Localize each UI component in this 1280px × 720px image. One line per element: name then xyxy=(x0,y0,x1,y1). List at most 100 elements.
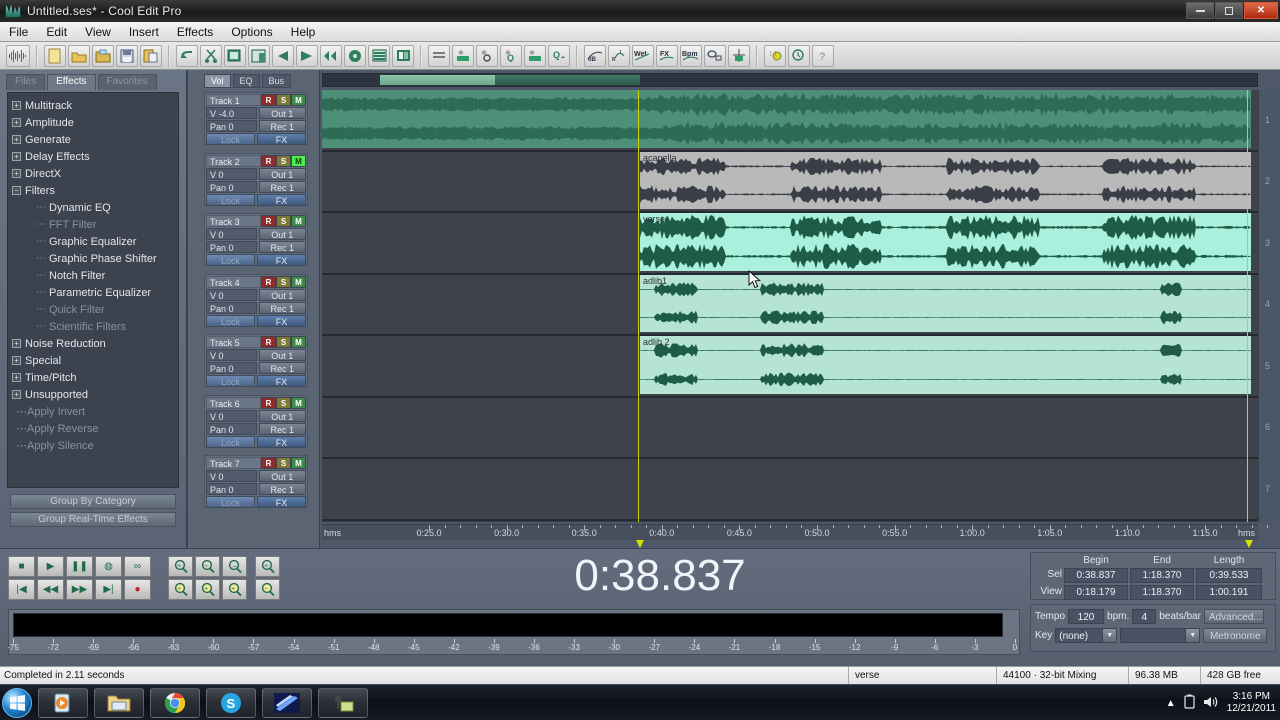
zoom-in-vertical-icon[interactable]: + xyxy=(255,556,280,577)
track-output-4[interactable]: Out 1 xyxy=(258,288,306,301)
scrollbar-thumb-dark[interactable] xyxy=(495,75,640,85)
paste-icon[interactable] xyxy=(248,44,270,67)
effects-tree-item-multitrack[interactable]: + Multitrack xyxy=(12,97,178,114)
effects-tree-item-special[interactable]: + Special xyxy=(12,352,178,369)
metronome-button[interactable]: Metronome xyxy=(1203,628,1268,643)
audio-clip-1[interactable] xyxy=(322,90,1251,148)
collapse-icon[interactable]: − xyxy=(12,186,21,195)
sel-end-field[interactable]: 1:18.370 xyxy=(1130,568,1194,583)
group-realtime-effects-button[interactable]: Group Real-Time Effects xyxy=(10,512,176,527)
taskbar-chrome[interactable] xyxy=(150,687,200,718)
lr-pan-icon[interactable]: LR xyxy=(608,44,630,67)
track-fx-2[interactable]: FX xyxy=(257,193,306,206)
track-output-6[interactable]: Out 1 xyxy=(258,409,306,422)
loop-icon[interactable] xyxy=(704,44,726,67)
track-record-device-5[interactable]: Rec 1 xyxy=(258,362,306,374)
taskbar-audio-app[interactable] xyxy=(318,687,368,718)
expand-icon[interactable]: + xyxy=(12,135,21,144)
time-window-icon[interactable] xyxy=(788,44,810,67)
record-arm-button-7[interactable]: R xyxy=(261,457,276,469)
horizontal-scrollbar[interactable] xyxy=(322,73,1258,87)
record-arm-button-6[interactable]: R xyxy=(261,396,276,409)
group-by-category-button[interactable]: Group By Category xyxy=(10,494,176,509)
solo-button-4[interactable]: S xyxy=(276,275,291,288)
track-strip-1[interactable]: Track 1RSM V -4.0 Out 1 Pan 0 Rec 1 Lock FX xyxy=(204,92,308,145)
solo-button-1[interactable]: S xyxy=(276,94,291,106)
effects-tree[interactable]: + Multitrack + Amplitude + Generate + Delay Eff… xyxy=(7,92,179,488)
snap-zero-icon[interactable]: ✳ xyxy=(476,44,498,67)
edit-view-icon[interactable] xyxy=(344,44,366,67)
audio-clip-3[interactable]: verse xyxy=(640,213,1251,271)
wet-dry-icon[interactable]: Wet xyxy=(632,44,654,67)
menu-edit[interactable]: Edit xyxy=(37,23,76,41)
close-button[interactable]: ✕ xyxy=(1244,2,1278,19)
expand-icon[interactable]: + xyxy=(12,118,21,127)
track-output-2[interactable]: Out 1 xyxy=(258,167,306,180)
track-row-6[interactable] xyxy=(322,397,1258,459)
copy-icon[interactable] xyxy=(224,44,246,67)
fx-icon[interactable]: FX xyxy=(656,44,678,67)
tab-eq[interactable]: EQ xyxy=(232,74,260,88)
effects-tree-item-apply-invert[interactable]: ⋯ Apply Invert xyxy=(12,403,178,420)
time-display[interactable]: 0:38.837 xyxy=(300,551,1020,600)
zoom-out-horizontal-icon[interactable]: − xyxy=(195,556,220,577)
minimize-button[interactable] xyxy=(1186,2,1214,19)
tempo-input[interactable]: 120 xyxy=(1068,609,1105,624)
zoom-in-left-edge-icon[interactable]: + xyxy=(195,579,220,600)
zoom-in-right-edge-icon[interactable]: + xyxy=(222,579,247,600)
expand-icon[interactable]: + xyxy=(12,169,21,178)
restore-button[interactable] xyxy=(1215,2,1243,19)
effects-tree-item-dynamic-eq[interactable]: ⋯ Dynamic EQ xyxy=(12,199,178,216)
track-lock-7[interactable]: Lock xyxy=(206,496,255,508)
track-record-device-6[interactable]: Rec 1 xyxy=(258,422,306,435)
menu-insert[interactable]: Insert xyxy=(120,23,168,41)
track-record-device-7[interactable]: Rec 1 xyxy=(258,483,306,495)
db-scale-icon[interactable]: dB xyxy=(584,44,606,67)
track-fx-6[interactable]: FX xyxy=(257,435,306,448)
track-row-3[interactable]: verse xyxy=(322,213,1258,275)
stop-button[interactable]: ■ xyxy=(8,556,35,577)
mute-button-3[interactable]: M xyxy=(291,215,306,227)
new-file-icon[interactable] xyxy=(44,44,66,67)
open-file-icon[interactable] xyxy=(68,44,90,67)
effects-tree-item-noise-reduction[interactable]: + Noise Reduction xyxy=(12,335,178,352)
sel-begin-field[interactable]: 0:38.837 xyxy=(1064,568,1128,583)
track-lock-2[interactable]: Lock xyxy=(206,193,255,206)
menu-options[interactable]: Options xyxy=(222,23,281,41)
track-name-7[interactable]: Track 7 xyxy=(206,457,261,469)
view-end-field[interactable]: 1:18.370 xyxy=(1130,585,1194,600)
waveform-view-icon[interactable] xyxy=(6,44,30,67)
track-name-6[interactable]: Track 6 xyxy=(206,396,261,409)
expand-icon[interactable]: + xyxy=(12,152,21,161)
effects-tree-item-parametric-equalizer[interactable]: ⋯ Parametric Equalizer xyxy=(12,284,178,301)
tab-vol[interactable]: Vol xyxy=(204,74,231,88)
effects-tree-item-apply-reverse[interactable]: ⋯ Apply Reverse xyxy=(12,420,178,437)
tab-effects[interactable]: Effects xyxy=(47,74,96,90)
mute-button-1[interactable]: M xyxy=(291,94,306,106)
track-volume-3[interactable]: V 0 xyxy=(206,228,257,240)
selection-start-marker[interactable] xyxy=(636,540,644,548)
effects-tree-item-notch-filter[interactable]: ⋯ Notch Filter xyxy=(12,267,178,284)
snap-ruler-icon[interactable]: ✳ xyxy=(524,44,546,67)
tab-bus[interactable]: Bus xyxy=(261,74,292,88)
snap-icon[interactable]: ✳ xyxy=(452,44,474,67)
key-scale-select[interactable]: ▼ xyxy=(1120,628,1201,643)
advanced-button[interactable]: Advanced... xyxy=(1203,609,1264,624)
track-volume-1[interactable]: V -4.0 xyxy=(206,107,257,119)
track-strip-2[interactable]: Track 2RSM V 0 Out 1 Pan 0 Rec 1 Lock FX xyxy=(204,152,308,206)
track-pan-4[interactable]: Pan 0 xyxy=(206,301,257,314)
track-fx-1[interactable]: FX xyxy=(257,133,306,145)
track-fx-5[interactable]: FX xyxy=(257,375,306,387)
snap-loop-icon[interactable]: ✳ Q xyxy=(500,44,522,67)
solo-button-2[interactable]: S xyxy=(276,154,291,167)
snap-next-icon[interactable]: Q xyxy=(548,44,570,67)
track-output-1[interactable]: Out 1 xyxy=(258,107,306,119)
track-output-5[interactable]: Out 1 xyxy=(258,349,306,361)
record-arm-button-2[interactable]: R xyxy=(261,154,276,167)
mix-paste-icon[interactable] xyxy=(296,44,318,67)
effects-tree-item-unsupported[interactable]: + Unsupported xyxy=(12,386,178,403)
battery-icon[interactable] xyxy=(1184,694,1195,712)
loop-play-button[interactable]: ∞ xyxy=(124,556,151,577)
zoom-out-vertical-icon[interactable]: − xyxy=(255,579,280,600)
open-append-icon[interactable] xyxy=(92,44,114,67)
